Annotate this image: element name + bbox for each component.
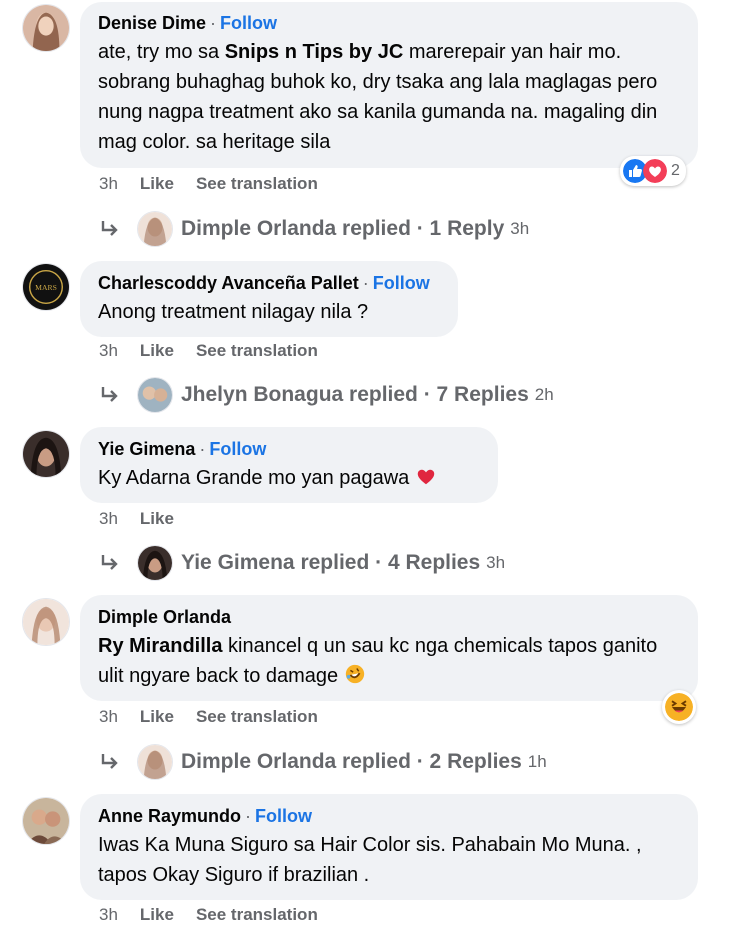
heart-icon bbox=[417, 469, 435, 485]
reply-time: 3h bbox=[486, 553, 506, 572]
svg-text:MARS: MARS bbox=[35, 283, 57, 292]
view-replies-link[interactable]: Jhelyn Bonagua replied · 7 Replies 2h bbox=[99, 377, 554, 413]
comment-text: Ky Adarna Grande mo yan pagawa bbox=[98, 463, 482, 493]
comment-header: Yie Gimena · Follow bbox=[98, 438, 482, 460]
like-button[interactable]: Like bbox=[140, 341, 174, 361]
avatar[interactable]: MARS bbox=[22, 263, 70, 311]
like-button[interactable]: Like bbox=[140, 707, 174, 727]
comment-header: Anne Raymundo · Follow bbox=[98, 805, 682, 827]
like-button[interactable]: Like bbox=[140, 174, 174, 194]
view-replies-link[interactable]: Yie Gimena replied · 4 Replies 3h bbox=[99, 545, 505, 581]
comment-timestamp[interactable]: 3h bbox=[99, 174, 118, 194]
comment-bubble: Yie Gimena · Follow Ky Adarna Grande mo ya… bbox=[80, 427, 498, 503]
reply-time: 1h bbox=[527, 752, 547, 771]
comment-actions: 3h Like bbox=[99, 509, 196, 529]
view-replies-link[interactable]: Dimple Orlanda replied · 2 Replies 1h bbox=[99, 744, 547, 780]
reaction-count: 2 bbox=[671, 162, 680, 179]
separator-dot: · bbox=[199, 439, 206, 459]
view-replies-link[interactable]: Dimple Orlanda replied · 1 Reply 3h bbox=[99, 211, 529, 247]
reply-summary: Dimple Orlanda replied · 2 Replies bbox=[181, 750, 522, 773]
comment-actions: 3h Like See translation bbox=[99, 707, 340, 727]
reply-arrow-icon bbox=[101, 555, 118, 570]
see-translation-link[interactable]: See translation bbox=[196, 707, 318, 727]
comment-timestamp[interactable]: 3h bbox=[99, 341, 118, 361]
reaction-summary[interactable] bbox=[662, 690, 696, 724]
love-icon bbox=[643, 159, 667, 183]
reply-arrow-icon bbox=[101, 221, 118, 236]
comment-header: Charlescoddy Avanceña Pallet · Follow bbox=[98, 272, 442, 294]
avatar[interactable] bbox=[22, 598, 70, 646]
separator-dot: · bbox=[210, 13, 217, 33]
reply-summary: Yie Gimena replied · 4 Replies bbox=[181, 551, 481, 574]
comment-text: Ry Mirandilla kinancel q un sau kc nga c… bbox=[98, 635, 658, 687]
separator-dot: · bbox=[245, 806, 252, 826]
comment-text: Anong treatment nilagay nila ? bbox=[98, 301, 369, 323]
comment-text: Iwas Ka Muna Siguro sa Hair Color sis. P… bbox=[98, 834, 642, 886]
avatar bbox=[137, 211, 173, 247]
reply-arrow-icon bbox=[101, 754, 118, 769]
see-translation-link[interactable]: See translation bbox=[196, 905, 318, 925]
comment-timestamp[interactable]: 3h bbox=[99, 509, 118, 529]
comment-author[interactable]: Yie Gimena bbox=[98, 439, 195, 459]
avatar[interactable] bbox=[22, 797, 70, 845]
comment-header: Denise Dime · Follow bbox=[98, 12, 682, 34]
comment-bubble: Dimple Orlanda Ry Mirandilla kinancel q … bbox=[80, 595, 698, 701]
reply-time: 3h bbox=[510, 219, 530, 238]
reply-summary: Dimple Orlanda replied · 1 Reply bbox=[181, 217, 505, 240]
comment-actions: 3h Like See translation bbox=[99, 905, 340, 925]
comment-actions: 3h Like See translation bbox=[99, 341, 340, 361]
comment-bubble: Denise Dime · Follow ate, try mo sa Snips … bbox=[80, 2, 698, 168]
avatar bbox=[137, 545, 173, 581]
avatar[interactable] bbox=[22, 4, 70, 52]
avatar bbox=[137, 377, 173, 413]
avatar bbox=[137, 744, 173, 780]
comment-author[interactable]: Anne Raymundo bbox=[98, 806, 241, 826]
follow-button[interactable]: Follow bbox=[209, 439, 266, 459]
avatar[interactable] bbox=[22, 430, 70, 478]
follow-button[interactable]: Follow bbox=[220, 13, 277, 33]
comment-actions: 3h Like See translation bbox=[99, 174, 340, 194]
comment-author[interactable]: Dimple Orlanda bbox=[98, 607, 231, 627]
comment-timestamp[interactable]: 3h bbox=[99, 707, 118, 727]
follow-button[interactable]: Follow bbox=[255, 806, 312, 826]
reply-time: 2h bbox=[534, 385, 554, 404]
see-translation-link[interactable]: See translation bbox=[196, 341, 318, 361]
rolling-laugh-icon bbox=[345, 664, 364, 684]
like-button[interactable]: Like bbox=[140, 905, 174, 925]
comment-bubble: Anne Raymundo · Follow Iwas Ka Muna Siguro… bbox=[80, 794, 698, 900]
comment-bubble: Charlescoddy Avanceña Pallet · Follow Anon… bbox=[80, 261, 458, 337]
follow-button[interactable]: Follow bbox=[373, 273, 430, 293]
comment-author[interactable]: Denise Dime bbox=[98, 13, 206, 33]
comment-text: ate, try mo sa Snips n Tips by JC marere… bbox=[98, 41, 658, 153]
comment-header: Dimple Orlanda bbox=[98, 606, 682, 628]
reaction-summary[interactable]: 2 bbox=[620, 156, 686, 186]
like-button[interactable]: Like bbox=[140, 509, 174, 529]
reply-summary: Jhelyn Bonagua replied · 7 Replies bbox=[181, 383, 529, 406]
mention-link[interactable]: Snips n Tips by JC bbox=[225, 41, 404, 63]
see-translation-link[interactable]: See translation bbox=[196, 174, 318, 194]
mention-link[interactable]: Ry Mirandilla bbox=[98, 635, 222, 657]
reply-arrow-icon bbox=[101, 387, 118, 402]
comment-author[interactable]: Charlescoddy Avanceña Pallet bbox=[98, 273, 359, 293]
separator-dot: · bbox=[362, 273, 369, 293]
haha-icon bbox=[665, 693, 693, 721]
comment-timestamp[interactable]: 3h bbox=[99, 905, 118, 925]
